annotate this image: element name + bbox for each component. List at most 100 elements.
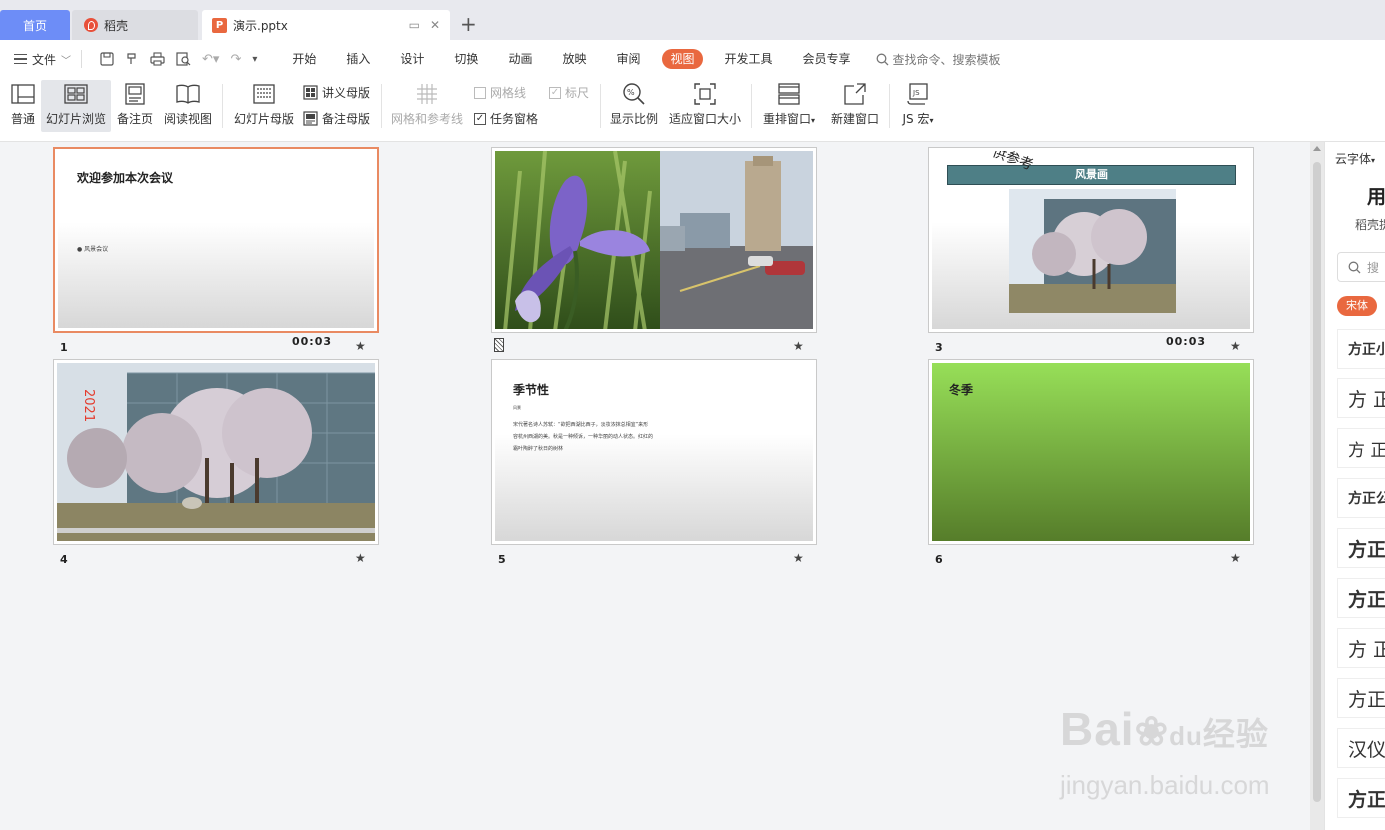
search-icon [876,53,888,65]
slide-thumbnail-4[interactable]: 2021 [53,359,379,545]
menu-animations[interactable]: 动画 [493,49,547,69]
print-icon[interactable] [150,52,165,66]
grid-guides-button[interactable]: 网格和参考线 [388,80,466,132]
menu-design[interactable]: 设计 [385,49,439,69]
ppt-file-icon: P [212,17,227,33]
cloud-font-dropdown[interactable]: 云字体▾ [1335,150,1375,167]
slide-sorter-button[interactable]: 幻灯片浏览 [41,80,111,132]
scroll-up-icon[interactable] [1313,146,1321,151]
font-list-item[interactable]: 方正 [1337,778,1385,818]
font-list-item[interactable]: 方正公 [1337,478,1385,518]
zoom-icon: % [623,83,645,105]
js-macro-button[interactable]: JS JS 宏▾ [895,80,941,132]
vertical-scrollbar[interactable] [1310,142,1324,830]
animation-star-icon: ★ [793,551,804,565]
main-menu: 开始 插入 设计 切换 动画 放映 审阅 视图 开发工具 会员专享 [277,49,865,69]
slide-1-title: 欢迎参加本次会议 [77,171,174,185]
slide-5-title: 季节性 [513,383,550,397]
notes-page-label: 备注页 [116,112,153,126]
zoom-button[interactable]: % 显示比例 [607,80,661,132]
notes-master-button[interactable]: 备注母版 [303,110,370,127]
tab-home-label: 首页 [22,18,47,33]
notes-page-button[interactable]: 备注页 [114,80,156,132]
dropdown-arrow-icon: ▾ [1371,156,1376,165]
slide-1-content: 欢迎参加本次会议 ● 风景会议 [58,152,374,328]
menu-membership[interactable]: 会员专享 [788,49,866,69]
menu-slideshow[interactable]: 放映 [547,49,601,69]
print-preview-icon[interactable] [176,52,191,66]
reading-view-label: 阅读视图 [163,112,212,126]
menu-home[interactable]: 开始 [277,49,331,69]
handout-master-button[interactable]: 讲义母版 [303,84,370,101]
slide-master-button[interactable]: 幻灯片母版 [231,80,297,132]
font-list-item[interactable]: 方 正 [1337,628,1385,668]
menu-transitions[interactable]: 切换 [439,49,493,69]
task-pane-checkbox[interactable]: ✓ 任务窗格 [474,110,538,127]
font-list-item[interactable]: 方正小 [1337,329,1385,369]
font-search-input[interactable]: 搜 [1337,252,1385,282]
tab-home[interactable]: 首页 [0,10,70,40]
handout-master-label: 讲义母版 [322,86,371,100]
menu-bar: 文件 ﹀ ↶▾ ↷ ▾ 开始 插入 设计 切换 动画 放映 审阅 视图 开发工具… [0,40,1385,78]
font-list-item[interactable]: 方正 [1337,578,1385,618]
task-pane-check-icon: ✓ [474,112,486,125]
animation-star-icon: ★ [1230,551,1241,565]
slide-duration-3: 00:03 [1166,335,1207,348]
tab-docer-label: 稻壳 [104,18,129,33]
slide-thumbnail-1[interactable]: 欢迎参加本次会议 ● 风景会议 [53,147,379,333]
command-search[interactable]: 查找命令、搜索模板 [876,51,1001,68]
new-window-button[interactable]: 新建窗口 [828,80,882,132]
slide-5-body-line: 容杭州西湖的美。秋是一种倾诉，一种华丽的动人状态。红红的 [513,434,654,440]
font-list-item[interactable]: 方正 [1337,528,1385,568]
arrange-windows-button[interactable]: 重排窗口▾ [758,80,820,132]
file-menu[interactable]: 文件 ﹀ [14,51,71,68]
slide-thumbnail-6[interactable]: 冬季 [928,359,1254,545]
fit-window-button[interactable]: 适应窗口大小 [667,80,743,132]
slide-2-content [495,151,813,329]
tab-document-label: 演示.pptx [233,18,288,33]
font-list-item[interactable]: 方 正 [1337,428,1385,468]
menu-review[interactable]: 审阅 [601,49,655,69]
menu-developer[interactable]: 开发工具 [710,49,788,69]
slide-thumbnail-5[interactable]: 季节性 风景 宋代著名诗人苏轼：“欲把西湖比西子，淡妆浓抹总相宜”来形 容杭州西… [491,359,817,545]
slide-3-title: 风景画 [947,165,1236,185]
tab-document[interactable]: P 演示.pptx ▭ ✕ [202,10,450,40]
customize-toolbar-icon[interactable]: ▾ [252,54,257,65]
gridlines-label: 网格线 [490,86,527,100]
slide-number-6: 6 [935,553,943,566]
divider [81,50,83,68]
normal-view-button[interactable]: 普通 [6,80,40,132]
menu-view[interactable]: 视图 [662,49,703,69]
scrollbar-thumb[interactable] [1313,162,1321,802]
reading-view-button[interactable]: 阅读视图 [162,80,214,132]
dropdown-arrow-icon: ▾ [929,116,934,125]
slide-master-label: 幻灯片母版 [233,112,294,126]
slide-thumbnail-2[interactable] [491,147,817,333]
redo-icon[interactable]: ↷ [230,52,241,67]
animation-star-icon: ★ [355,339,366,353]
animation-star-icon: ★ [1230,339,1241,353]
float-window-icon[interactable]: ▭ [409,18,420,32]
command-search-label: 查找命令、搜索模板 [892,52,1001,67]
font-list-item[interactable]: 方正 [1337,678,1385,718]
grid-icon [417,84,437,104]
slide-number-1: 1 [60,341,68,354]
format-painter-icon[interactable] [125,52,139,66]
new-window-label: 新建窗口 [830,112,879,126]
gridlines-checkbox[interactable]: 网格线 [474,84,526,101]
zoom-label: 显示比例 [609,112,658,126]
add-tab-button[interactable]: + [460,14,477,34]
font-list-item[interactable]: 方 正 [1337,378,1385,418]
arrange-windows-label: 重排窗口▾ [762,112,816,126]
quick-access-toolbar: ↶▾ ↷ ▾ [100,52,257,67]
menu-insert[interactable]: 插入 [331,49,385,69]
close-tab-icon[interactable]: ✕ [430,18,440,32]
undo-icon[interactable]: ↶▾ [202,52,219,67]
font-filter-badge[interactable]: 宋体 [1337,296,1377,316]
tab-docer[interactable]: 稻壳 [72,10,198,40]
ruler-checkbox[interactable]: ✓ 标尺 [549,84,589,101]
slide-thumbnail-3[interactable]: 风景画 供参考 [928,147,1254,333]
save-icon[interactable] [100,52,114,66]
font-list-item[interactable]: 汉仪 [1337,728,1385,768]
slide-duration-1: 00:03 [292,335,333,348]
